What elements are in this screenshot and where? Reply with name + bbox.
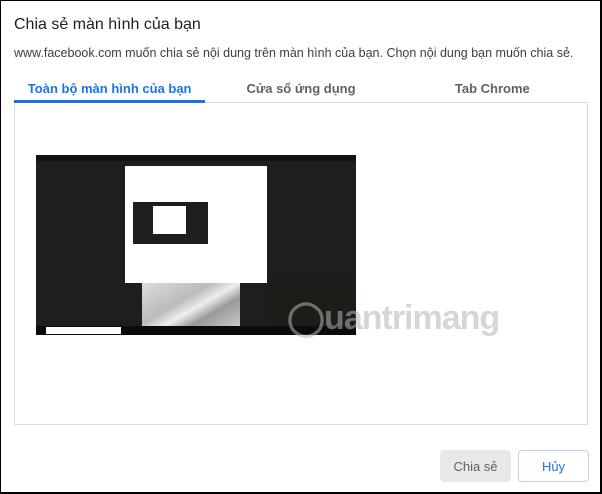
- dialog-description: www.facebook.com muốn chia sẻ nội dung t…: [14, 46, 574, 60]
- thumbnail-nested-screen: [133, 202, 208, 244]
- tab-chrome-tab[interactable]: Tab Chrome: [397, 78, 588, 102]
- tab-entire-screen[interactable]: Toàn bộ màn hình của bạn: [14, 78, 206, 103]
- thumbnail-dialog: [125, 166, 267, 283]
- cancel-button[interactable]: Hủy: [518, 450, 589, 482]
- share-button[interactable]: Chia sẻ: [440, 450, 511, 482]
- dialog-title: Chia sẻ màn hình của bạn: [14, 16, 201, 33]
- thumbnail-titlebar: [36, 155, 356, 161]
- tab-application-window[interactable]: Cửa sổ ứng dụng: [205, 78, 396, 102]
- watermark-logo: ◯uantrimang: [287, 299, 500, 337]
- tab-bar: Toàn bộ màn hình của bạn Cửa sổ ứng dụng…: [14, 78, 588, 103]
- thumbnail-photo: [142, 283, 240, 328]
- source-list: ◯uantrimang: [14, 103, 588, 425]
